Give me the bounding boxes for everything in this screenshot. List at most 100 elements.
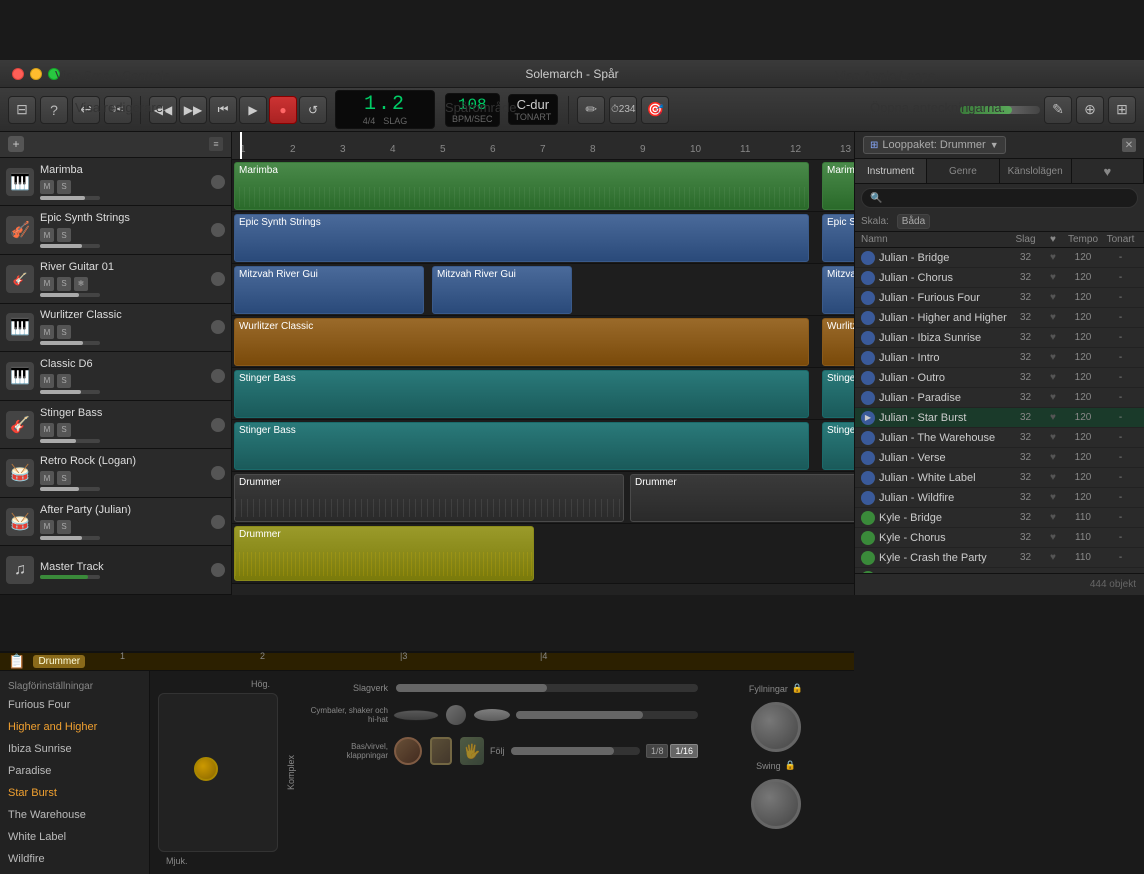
loop-fav[interactable]: ♥ [1043,412,1063,423]
loops-tab-instrument[interactable]: Instrument [855,159,927,183]
loops-list[interactable]: Julian - Bridge 32 ♥ 120 - Julian - Chor… [855,248,1144,573]
track-mute-marimba[interactable]: M [40,180,54,194]
fillningar-knob[interactable] [751,702,801,752]
track-item[interactable]: 🎹 Marimba M S [0,158,231,207]
loop-item[interactable]: Julian - Paradise 32 ♥ 120 - [855,388,1144,408]
bass-slider[interactable] [511,747,640,755]
pattern-item-white-label[interactable]: White Label [0,826,149,848]
snare-icon[interactable] [430,737,452,765]
loop-item[interactable]: Julian - Bridge 32 ♥ 120 - [855,248,1144,268]
loop-item[interactable]: Julian - Ibiza Sunrise 32 ♥ 120 - [855,328,1144,348]
loop-item[interactable]: Julian - Higher and Higher 32 ♥ 120 - [855,308,1144,328]
clip-marimba-2[interactable]: Marimba [822,162,854,210]
position-display[interactable]: 1.2 4/4 SLAG [335,90,435,129]
clip-stinger-bass-1[interactable]: Stinger Bass [234,370,809,418]
loop-item[interactable]: ▶ Julian - Star Burst 32 ♥ 120 - [855,408,1144,428]
clip-epic-synth-2[interactable]: Epic Synth Strings [822,214,854,262]
cymbal-icon-1[interactable] [392,710,439,720]
beat-val-2[interactable]: 1/16 [670,744,698,758]
loop-fav[interactable]: ♥ [1043,372,1063,383]
clip-drummer-1[interactable]: Drummer [234,474,624,522]
track-item[interactable]: 🎻 Epic Synth Strings M S [0,206,231,255]
loop-fav[interactable]: ♥ [1043,472,1063,483]
track-volume-retro-rock[interactable] [40,487,100,491]
loop-item[interactable]: Julian - Chorus 32 ♥ 120 - [855,268,1144,288]
go-to-start-button[interactable]: ⏮ [209,96,237,124]
track-item[interactable]: 🥁 Retro Rock (Logan) M S [0,449,231,498]
clip-after-party-1[interactable]: Drummer [234,526,534,581]
loop-fav[interactable]: ♥ [1043,452,1063,463]
loop-item[interactable]: Julian - The Warehouse 32 ♥ 120 - [855,428,1144,448]
timeline-scrollbar[interactable] [232,583,854,595]
track-volume-marimba[interactable] [40,196,100,200]
clip-river-guitar-2[interactable]: Mitzvah River Gui [432,266,572,314]
clip-stinger-bass-2[interactable]: Stinger Bass [822,370,854,418]
track-lane-drummer-1[interactable]: Drummer Drummer [232,472,854,524]
master-volume-slider[interactable] [960,106,1040,114]
loops-scale-select[interactable]: Båda [897,214,930,229]
track-solo-after-party[interactable]: S [57,520,71,534]
loop-fav[interactable]: ♥ [1043,432,1063,443]
loop-fav[interactable]: ♥ [1043,272,1063,283]
loop-fav[interactable]: ♥ [1043,312,1063,323]
track-options-button[interactable]: ≡ [209,137,223,151]
track-lane-stinger-bass-2[interactable]: Stinger Bass Stinger Bass [232,420,854,472]
clip-river-guitar-3[interactable]: Mitzvah River Gui [822,266,854,314]
forward-button[interactable]: ▶▶ [179,96,207,124]
track-volume-stinger-bass[interactable] [40,439,100,443]
track-volume-master[interactable] [40,575,100,579]
shaker-icon[interactable] [446,705,466,725]
rewind-button[interactable]: ◀◀ [149,96,177,124]
clip-stinger-bass-4[interactable]: Stinger Bass [822,422,854,470]
track-solo-wurlitzer[interactable]: S [57,325,71,339]
editor-button[interactable]: ✂ [104,96,132,124]
hihat-icon[interactable] [474,709,510,721]
beat-val-1[interactable]: 1/8 [646,744,669,758]
track-solo-river-guitar[interactable]: S [57,277,71,291]
track-lane-marimba[interactable]: Marimba Marimba [232,160,854,212]
notes-button[interactable]: ✎ [1044,96,1072,124]
track-mute-after-party[interactable]: M [40,520,54,534]
loops-tab-kanslolaget[interactable]: Känslolägen [1000,159,1072,183]
cymbal-slider[interactable] [516,711,698,719]
loop-item[interactable]: Kyle - Chorus 32 ♥ 110 - [855,528,1144,548]
loop-item[interactable]: Kyle - Crash the Party 32 ♥ 110 - [855,548,1144,568]
loop-item[interactable]: Julian - White Label 32 ♥ 120 - [855,468,1144,488]
track-pan-river-guitar[interactable] [211,272,225,286]
track-volume-epic-synth[interactable] [40,244,100,248]
swing-knob[interactable] [751,779,801,829]
track-solo-retro-rock[interactable]: S [57,471,71,485]
clap-icon[interactable]: 🖐 [460,737,484,765]
slagverk-slider[interactable] [396,684,698,692]
tempo-track-button[interactable]: 🎯 [641,96,669,124]
track-lane-wurlitzer[interactable]: Wurlitzer Classic Wurlitzer Classic [232,316,854,368]
browser-button[interactable]: ⊕ [1076,96,1104,124]
loops-search-bar[interactable]: 🔍 [861,188,1138,208]
loop-fav[interactable]: ♥ [1043,292,1063,303]
track-pan-marimba[interactable] [211,175,225,189]
track-pan-after-party[interactable] [211,515,225,529]
pattern-item-paradise[interactable]: Paradise [0,760,149,782]
tracks-container[interactable]: Marimba Marimba Epic Synth Strings Epic … [232,160,854,583]
loop-fav[interactable]: ♥ [1043,332,1063,343]
track-pan-stinger-bass[interactable] [211,418,225,432]
clip-wurlitzer-1[interactable]: Wurlitzer Classic [234,318,809,366]
track-volume-river-guitar[interactable] [40,293,100,297]
loop-item[interactable]: Julian - Outro 32 ♥ 120 - [855,368,1144,388]
clip-drummer-2[interactable]: Drummer [630,474,854,522]
loop-fav[interactable]: ♥ [1043,352,1063,363]
track-item[interactable]: 🎹 Wurlitzer Classic M S [0,304,231,353]
loops-package-selector[interactable]: ⊞ Looppaket: Drummer ▼ [863,136,1006,154]
track-solo-epic-synth[interactable]: S [57,228,71,242]
track-pan-classic-d6[interactable] [211,369,225,383]
track-mute-stinger-bass[interactable]: M [40,423,54,437]
track-volume-after-party[interactable] [40,536,100,540]
loop-fav[interactable]: ♥ [1043,252,1063,263]
loop-fav[interactable]: ♥ [1043,552,1063,563]
play-button[interactable]: ▶ [239,96,267,124]
help-button[interactable]: ? [40,96,68,124]
loop-fav[interactable]: ♥ [1043,492,1063,503]
track-solo-stinger-bass[interactable]: S [57,423,71,437]
clip-epic-synth-1[interactable]: Epic Synth Strings [234,214,809,262]
fullscreen-button[interactable] [48,68,60,80]
